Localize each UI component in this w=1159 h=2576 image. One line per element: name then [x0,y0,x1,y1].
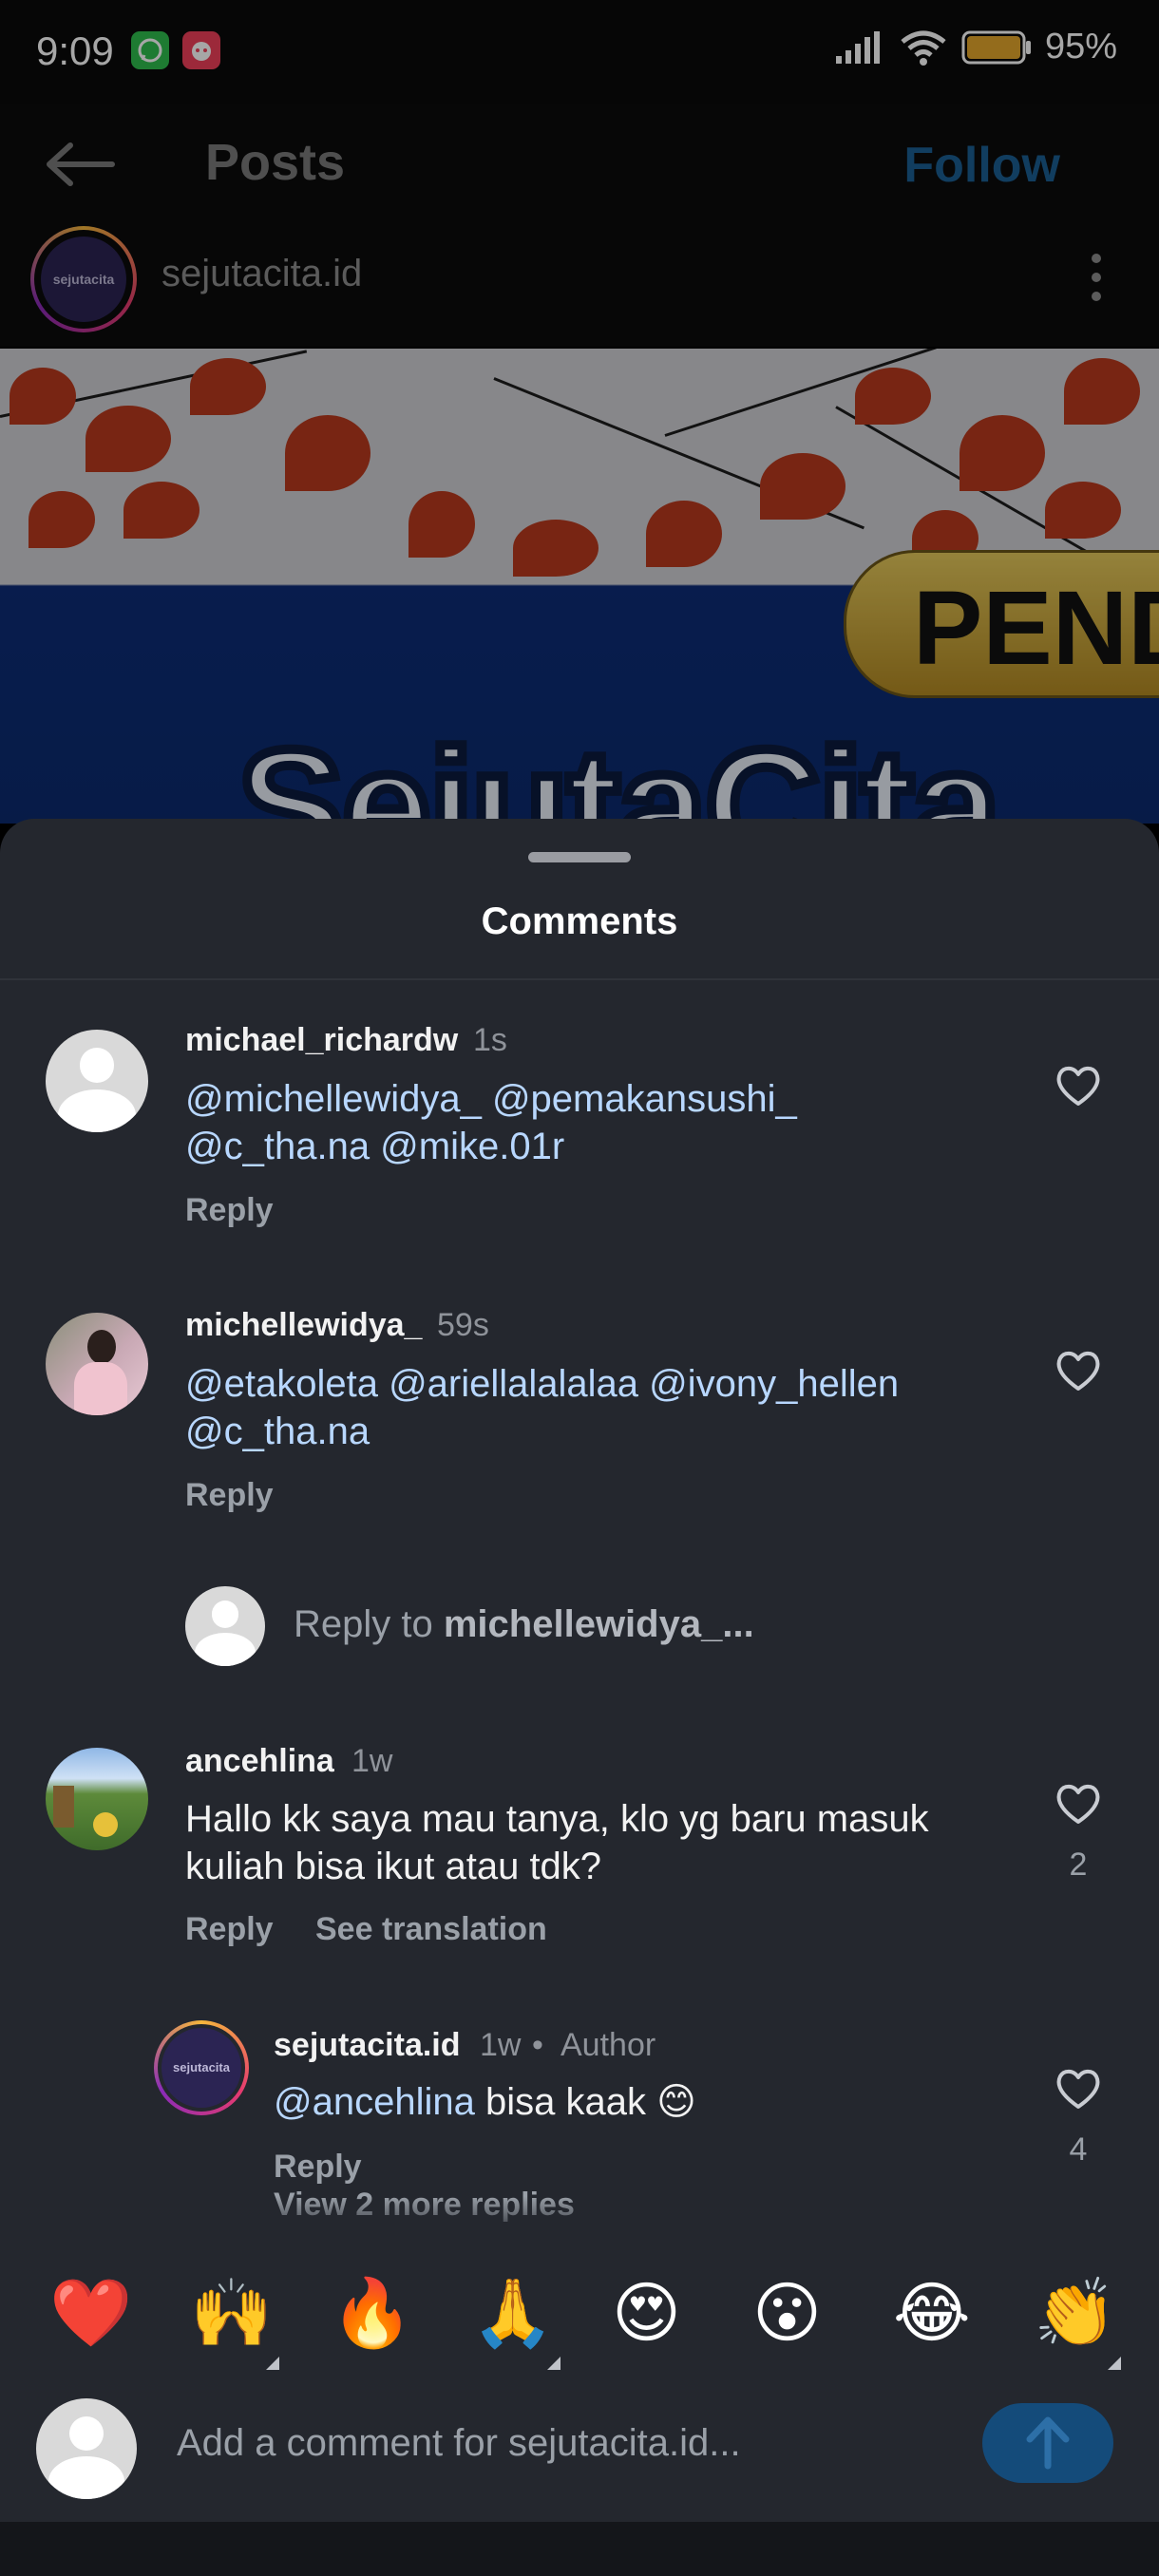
comment-mentions-line2[interactable]: @c_tha.na [185,1408,370,1455]
reply-button[interactable]: Reply [274,2149,362,2186]
reply-button[interactable]: Reply [185,1192,274,1229]
comment-mentions-line1[interactable]: @etakoleta @ariellalalalaa @ivony_hellen [185,1360,899,1408]
author-dot: • [532,2027,543,2063]
like-heart-icon[interactable] [1054,1782,1102,1826]
comment-username[interactable]: michellewidya_ [185,1307,422,1344]
send-button[interactable] [982,2403,1113,2483]
comment-time: 1w [480,2027,522,2063]
send-arrow-icon [1026,2416,1070,2470]
reply-button[interactable]: Reply [185,1911,274,1948]
like-heart-icon[interactable] [1054,2067,1102,2111]
reply-text: @ancehlina bisa kaak 😊 [274,2081,696,2123]
current-user-avatar [185,1586,265,1666]
comment-time: 59s [437,1307,489,1343]
divider [0,978,1159,980]
emoji-surprised-button[interactable]: 😮 [752,2275,822,2351]
reply-button[interactable]: Reply [185,1477,274,1514]
like-count: 4 [1069,2131,1088,2168]
emoji-fire-button[interactable]: 🔥 [331,2275,413,2351]
author-badge: Author [560,2027,656,2063]
commenter-avatar[interactable] [46,1748,148,1850]
commenter-avatar[interactable] [46,1313,148,1415]
comment-text-line2: kuliah bisa ikut atau tdk? [185,1846,602,1887]
sejutacita-logo: sejutacita [162,2028,241,2108]
system-nav-bar [0,2522,1159,2576]
emoji-heart-eyes-button[interactable]: 😍 [612,2275,681,2351]
commenter-avatar[interactable] [46,1030,148,1132]
comment-input[interactable]: Add a comment for sejutacita.id... [177,2422,741,2465]
like-heart-icon[interactable] [1054,1349,1102,1392]
author-avatar[interactable]: sejutacita [154,2020,249,2115]
emoji-pray-button[interactable]: 🙏 [471,2275,554,2351]
comments-title: Comments [481,900,678,942]
reply-to-username: michellewidya_... [443,1603,754,1645]
screen-dim-overlay [0,0,1159,824]
emoji-variants-indicator [547,2357,560,2370]
comment-username[interactable]: michael_richardw [185,1022,458,1059]
comment-username[interactable]: sejutacita.id [274,2027,461,2064]
comment-username[interactable]: ancehlina [185,1743,334,1780]
emoji-quick-bar [0,2256,1159,2389]
emoji-variants-indicator [1108,2357,1121,2370]
drag-handle[interactable] [528,852,631,862]
like-heart-icon[interactable] [1054,1064,1102,1108]
comment-time: 1w [352,1743,393,1779]
reply-mention[interactable]: @ancehlina [274,2081,475,2123]
comment-time: 1s [473,1022,507,1058]
comment-text-line1: Hallo kk saya mau tanya, klo yg baru mas… [185,1798,929,1840]
emoji-raised-hands-button[interactable]: 🙌 [190,2275,273,2351]
emoji-variants-indicator [266,2357,279,2370]
emoji-laughing-button[interactable]: 😂 [893,2275,971,2351]
current-user-avatar [36,2398,137,2499]
emoji-heart-button[interactable]: ❤️ [49,2275,132,2351]
reply-to-prompt[interactable]: Reply to michellewidya_... [294,1603,754,1646]
comment-mentions-line2[interactable]: @c_tha.na @mike.01r [185,1123,564,1170]
see-translation-button[interactable]: See translation [315,1911,547,1948]
emoji-clap-button[interactable]: 👏 [1034,2275,1116,2351]
like-count: 2 [1069,1847,1088,1883]
comment-mentions-line1[interactable]: @michellewidya_ @pemakansushi_ [185,1075,797,1123]
